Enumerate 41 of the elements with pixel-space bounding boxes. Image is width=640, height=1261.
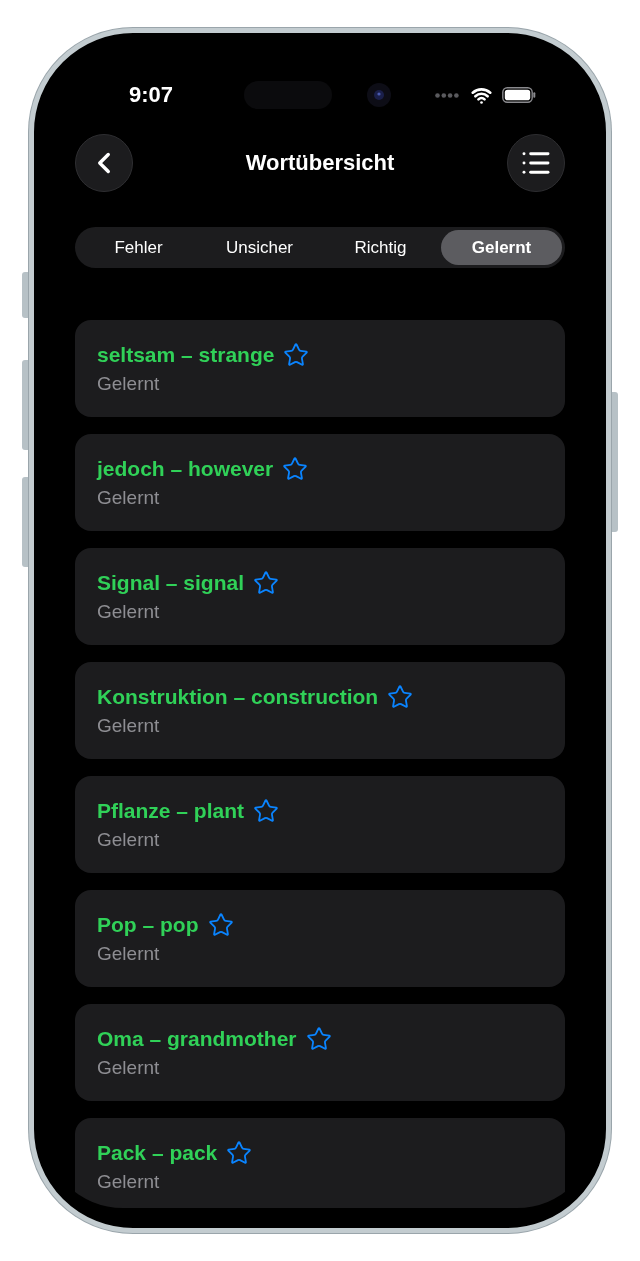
word-title: Oma – grandmother (97, 1026, 297, 1052)
status-label: Gelernt (97, 372, 160, 395)
star-icon[interactable] (253, 798, 280, 824)
star-icon[interactable] (226, 1140, 253, 1166)
word-title: Konstruktion – construction (97, 684, 379, 710)
status-label: Gelernt (97, 828, 160, 851)
star-icon[interactable] (253, 570, 280, 596)
star-icon[interactable] (387, 684, 414, 710)
status-label: Gelernt (97, 1056, 160, 1079)
word-card[interactable]: Konstruktion – construction Gelernt (75, 662, 565, 759)
word-title: seltsam – strange (97, 342, 275, 368)
status-label: Gelernt (97, 486, 160, 509)
word-card[interactable]: jedoch – however Gelernt (75, 434, 565, 531)
word-card[interactable]: Pflanze – plant Gelernt (75, 776, 565, 873)
star-icon[interactable] (283, 342, 310, 368)
star-icon[interactable] (207, 912, 234, 938)
word-title: Pflanze – plant (97, 798, 245, 824)
word-card[interactable]: seltsam – strange Gelernt (75, 320, 565, 417)
status-label: Gelernt (97, 942, 160, 965)
word-card[interactable]: Pop – pop Gelernt (75, 890, 565, 987)
segment-tab[interactable]: Unsicher (199, 230, 320, 265)
word-title: jedoch – however (97, 456, 274, 482)
word-title: Pack – pack (97, 1140, 218, 1166)
word-title: Pop – pop (97, 912, 199, 938)
camera-lens-icon (367, 83, 391, 107)
word-card[interactable]: Oma – grandmother Gelernt (75, 1004, 565, 1101)
status-label: Gelernt (97, 1170, 160, 1193)
word-card[interactable]: Signal – signal Gelernt (75, 548, 565, 645)
screen-title: Wortübersicht (245, 150, 395, 176)
star-icon[interactable] (305, 1026, 332, 1052)
segment-tab[interactable]: Richtig (320, 230, 441, 265)
status-time: 9:07 (129, 82, 174, 108)
signal-icon (435, 92, 459, 98)
word-card[interactable]: Pack – pack Gelernt (75, 1118, 565, 1208)
status-label: Gelernt (97, 714, 160, 737)
segment-tab[interactable]: Fehler (78, 230, 199, 265)
star-icon[interactable] (282, 456, 309, 482)
status-label: Gelernt (97, 600, 160, 623)
segment-tab[interactable]: Gelernt (441, 230, 562, 265)
battery-icon (502, 87, 536, 103)
word-title: Signal – signal (97, 570, 245, 596)
